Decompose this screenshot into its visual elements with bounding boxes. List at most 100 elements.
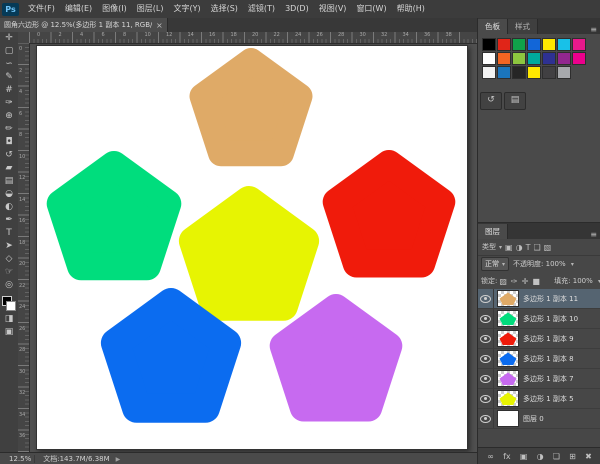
eyedropper-tool[interactable]: ✑	[0, 97, 18, 110]
healing-brush-tool[interactable]: ⊕	[0, 110, 18, 123]
zoom-tool[interactable]: ◎	[0, 279, 18, 292]
screen-mode-button[interactable]: ▣	[0, 326, 18, 339]
lock-all-icon[interactable]: ■	[532, 277, 540, 286]
quick-mask-button[interactable]: ◨	[0, 313, 18, 326]
crop-tool[interactable]: #	[0, 84, 18, 97]
menu-item[interactable]: 文件(F)	[23, 0, 60, 18]
fill-control[interactable]: 填充: 100% ▾	[554, 276, 600, 286]
menu-item[interactable]: 选择(S)	[206, 0, 243, 18]
menu-item[interactable]: 帮助(H)	[392, 0, 430, 18]
swatches-panel-menu-icon[interactable]: ≡	[586, 25, 600, 34]
background-color-swatch[interactable]	[6, 301, 16, 311]
ruler-number: 2	[19, 68, 22, 74]
new-adjustment-layer-icon[interactable]: ◑	[537, 452, 544, 461]
menu-item[interactable]: 图像(I)	[97, 0, 132, 18]
tab-styles[interactable]: 样式	[508, 19, 538, 34]
new-layer-icon[interactable]: ⊞	[569, 452, 576, 461]
layers-panel-menu-icon[interactable]: ≡	[586, 230, 600, 239]
dodge-tool[interactable]: ◐	[0, 201, 18, 214]
blur-tool[interactable]: ◒	[0, 188, 18, 201]
status-expand-icon[interactable]: ▶	[116, 456, 121, 463]
color-swatch[interactable]	[527, 38, 541, 51]
pentagon-red	[337, 164, 442, 264]
layer-row[interactable]: 多边形 1 副本 9	[478, 329, 600, 349]
color-swatch[interactable]	[512, 66, 526, 79]
blend-mode-dropdown[interactable]: 正常 ▾	[481, 257, 509, 271]
opacity-control[interactable]: 不透明度: 100% ▾	[513, 259, 574, 269]
clone-stamp-tool[interactable]: ◘	[0, 136, 18, 149]
visibility-toggle[interactable]	[478, 309, 494, 328]
hand-tool[interactable]: ☞	[0, 266, 18, 279]
visibility-toggle[interactable]	[478, 369, 494, 388]
filter-pixel-layers-icon[interactable]: ▣	[505, 243, 513, 252]
tab-swatches[interactable]: 色板	[478, 19, 508, 34]
link-layers-icon[interactable]: ∞	[487, 452, 494, 461]
menu-item[interactable]: 窗口(W)	[351, 0, 391, 18]
color-swatch[interactable]	[557, 66, 571, 79]
color-swatch[interactable]	[482, 66, 496, 79]
eraser-tool[interactable]: ▰	[0, 162, 18, 175]
lasso-tool[interactable]: ∽	[0, 58, 18, 71]
brush-tool[interactable]: ✏	[0, 123, 18, 136]
add-layer-mask-icon[interactable]: ▣	[520, 452, 528, 461]
color-swatch[interactable]	[527, 66, 541, 79]
move-tool[interactable]: ✛	[0, 32, 18, 45]
rectangular-marquee-tool[interactable]: ▢	[0, 45, 18, 58]
layer-style-icon[interactable]: fx	[503, 452, 511, 461]
opacity-value[interactable]: 100%	[546, 260, 566, 268]
menu-item[interactable]: 滤镜(T)	[243, 0, 280, 18]
visibility-toggle[interactable]	[478, 289, 494, 308]
fill-value[interactable]: 100%	[573, 277, 593, 285]
close-tab-icon[interactable]: ×	[156, 21, 163, 30]
color-swatch[interactable]	[497, 38, 511, 51]
menu-item[interactable]: 3D(D)	[280, 0, 314, 18]
menu-item[interactable]: 编辑(E)	[60, 0, 97, 18]
color-swatch[interactable]	[482, 38, 496, 51]
filter-type-layers-icon[interactable]: T	[526, 243, 531, 252]
layer-row[interactable]: 多边形 1 副本 11	[478, 289, 600, 309]
layer-row[interactable]: 多边形 1 副本 7	[478, 369, 600, 389]
menu-item[interactable]: 文字(Y)	[168, 0, 205, 18]
visibility-toggle[interactable]	[478, 409, 494, 428]
visibility-toggle[interactable]	[478, 329, 494, 348]
lock-position-icon[interactable]: ✛	[522, 277, 529, 286]
new-group-icon[interactable]: ❏	[553, 452, 560, 461]
visibility-toggle[interactable]	[478, 349, 494, 368]
filter-type-label[interactable]: 类型	[482, 242, 496, 252]
color-swatch[interactable]	[572, 38, 586, 51]
color-swatch[interactable]	[542, 66, 556, 79]
ruler-number: 10	[145, 32, 151, 38]
zoom-level-field[interactable]: 12.5%	[6, 455, 35, 463]
filter-shape-layers-icon[interactable]: ❑	[533, 243, 540, 252]
color-swatch[interactable]	[497, 66, 511, 79]
layer-row[interactable]: 多边形 1 副本 10	[478, 309, 600, 329]
gradient-tool[interactable]: ▤	[0, 175, 18, 188]
tab-layers[interactable]: 图层	[478, 224, 508, 239]
layer-thumbnail	[497, 330, 519, 347]
layer-row[interactable]: 多边形 1 副本 5	[478, 389, 600, 409]
collapsed-history-panel-icon[interactable]: ↺	[480, 92, 502, 110]
layer-row[interactable]: 多边形 1 副本 8	[478, 349, 600, 369]
color-chips[interactable]	[2, 296, 16, 311]
type-tool[interactable]: T	[0, 227, 18, 240]
path-selection-tool[interactable]: ➤	[0, 240, 18, 253]
color-swatch[interactable]	[557, 38, 571, 51]
lock-transparency-icon[interactable]: ▨	[499, 277, 507, 286]
quick-selection-tool[interactable]: ✎	[0, 71, 18, 84]
document-canvas[interactable]	[36, 45, 468, 450]
filter-smart-objects-icon[interactable]: ▧	[544, 243, 552, 252]
delete-layer-icon[interactable]: ✖	[585, 452, 592, 461]
color-swatch[interactable]	[542, 38, 556, 51]
shape-tool[interactable]: ◇	[0, 253, 18, 266]
pen-tool[interactable]: ✒	[0, 214, 18, 227]
color-swatch[interactable]	[512, 38, 526, 51]
history-brush-tool[interactable]: ↺	[0, 149, 18, 162]
lock-pixels-icon[interactable]: ✑	[511, 277, 518, 286]
menu-item[interactable]: 图层(L)	[132, 0, 169, 18]
layer-row[interactable]: 图层 0	[478, 409, 600, 429]
document-tab[interactable]: 圆角六边形 @ 12.5%(多边形 1 副本 11, RGB/8) ×	[0, 18, 168, 32]
collapsed-properties-panel-icon[interactable]: ▤	[504, 92, 526, 110]
menu-item[interactable]: 视图(V)	[314, 0, 352, 18]
visibility-toggle[interactable]	[478, 389, 494, 408]
filter-adjustment-layers-icon[interactable]: ◑	[516, 243, 523, 252]
